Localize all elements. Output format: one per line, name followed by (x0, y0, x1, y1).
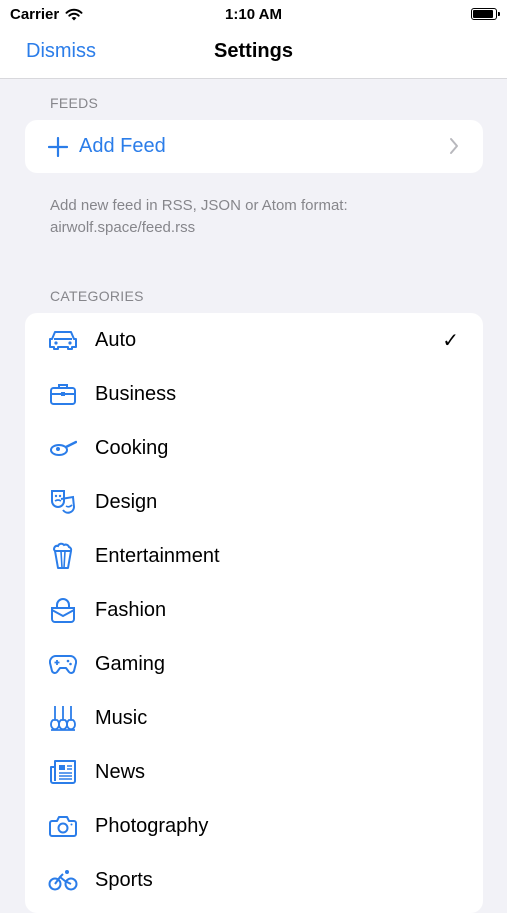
gamecontroller-icon (48, 649, 78, 679)
add-feed-label: Add Feed (79, 135, 166, 157)
chevron-right-icon (449, 137, 459, 155)
category-label: Auto (95, 328, 137, 351)
categories-list: Auto ✓ Business Cooking Design Entertain… (25, 313, 483, 913)
popcorn-icon (48, 541, 78, 571)
briefcase-icon (48, 379, 78, 409)
status-time: 1:10 AM (225, 6, 282, 23)
camera-icon (48, 811, 78, 841)
bicycle-icon (48, 865, 78, 895)
checkmark-icon: ✓ (442, 329, 459, 352)
category-label: Music (95, 706, 148, 729)
category-label: Photography (95, 814, 209, 837)
category-label: Business (95, 382, 177, 405)
category-row-news[interactable]: News (25, 745, 483, 799)
theater-masks-icon (48, 487, 78, 517)
add-feed-button[interactable]: Add Feed (25, 120, 483, 173)
category-row-music[interactable]: Music (25, 691, 483, 745)
guitars-icon (48, 703, 78, 733)
handbag-icon (48, 595, 78, 625)
page-title: Settings (214, 40, 293, 62)
frying-pan-icon (48, 433, 78, 463)
category-row-business[interactable]: Business (25, 367, 483, 421)
car-icon (48, 325, 78, 355)
navigation-bar: Dismiss Settings (0, 28, 507, 79)
category-row-entertainment[interactable]: Entertainment (25, 529, 483, 583)
feeds-section-header: FEEDS (50, 95, 99, 111)
category-label: Sports (95, 868, 153, 891)
battery-icon (471, 8, 500, 20)
category-row-gaming[interactable]: Gaming (25, 637, 483, 691)
category-row-sports[interactable]: Sports (25, 853, 483, 907)
status-bar: Carrier 1:10 AM (0, 0, 507, 28)
category-row-fashion[interactable]: Fashion (25, 583, 483, 637)
plus-icon (48, 136, 68, 157)
category-label: Fashion (95, 598, 167, 621)
category-label: Design (95, 490, 158, 513)
category-label: Entertainment (95, 544, 220, 567)
category-row-cooking[interactable]: Cooking (25, 421, 483, 475)
newspaper-icon (48, 757, 78, 787)
category-label: News (95, 760, 146, 783)
feed-format-note-example: airwolf.space/feed.rss (50, 219, 196, 236)
category-row-photography[interactable]: Photography (25, 799, 483, 853)
feed-format-note: Add new feed in RSS, JSON or Atom format… (50, 195, 470, 239)
categories-section-header: CATEGORIES (50, 288, 144, 304)
category-label: Cooking (95, 436, 169, 459)
feed-format-note-line1: Add new feed in RSS, JSON or Atom format… (50, 197, 348, 214)
category-row-auto[interactable]: Auto ✓ (25, 313, 483, 367)
category-label: Gaming (95, 652, 166, 675)
category-row-design[interactable]: Design (25, 475, 483, 529)
